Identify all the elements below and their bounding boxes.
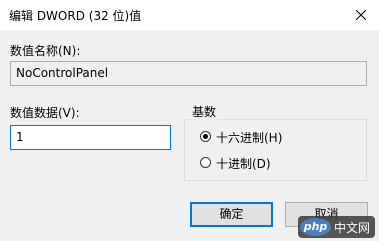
value-name-field[interactable]: NoControlPanel: [10, 61, 367, 86]
radio-unselected-icon: [200, 157, 211, 168]
watermark: php 中文网: [298, 216, 375, 238]
watermark-text: 中文网: [334, 221, 371, 235]
value-data-input[interactable]: 1: [10, 125, 171, 150]
close-icon: [356, 10, 366, 20]
base-legend: 基数: [190, 103, 219, 120]
close-button[interactable]: [343, 0, 379, 30]
watermark-logo: php: [300, 218, 331, 236]
ok-button[interactable]: 确定: [190, 202, 273, 227]
window-title: 编辑 DWORD (32 位)值: [9, 9, 142, 23]
radio-hexadecimal-label: 十六进制(H): [216, 131, 283, 145]
value-name-label: 数值名称(N):: [10, 44, 81, 58]
title-bar: 编辑 DWORD (32 位)值: [0, 0, 379, 30]
radio-selected-icon: [200, 131, 211, 142]
radio-decimal-label: 十进制(D): [216, 157, 271, 171]
value-data-label: 数值数据(V):: [10, 106, 80, 120]
